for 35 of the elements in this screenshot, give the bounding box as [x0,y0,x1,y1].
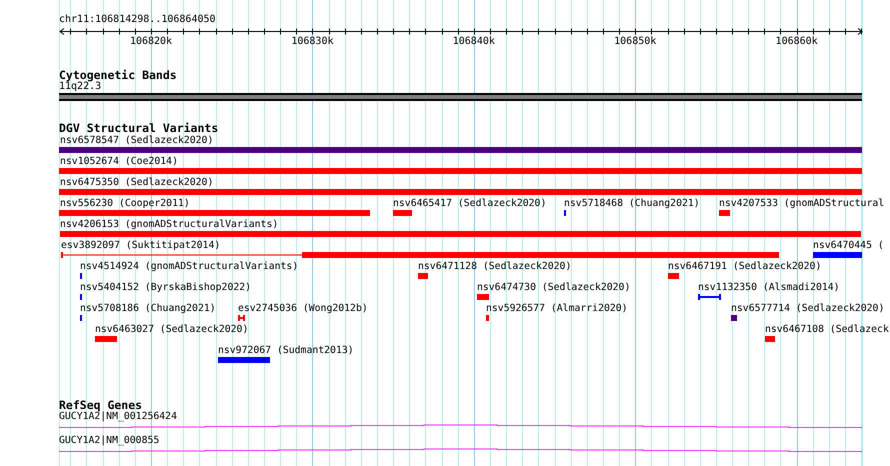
variant-label: esv3892097 (Suktitipat2014) [61,241,220,251]
variant-label: nsv6463027 (Sedlazeck2020) [94,325,248,335]
variant-label: nsv5926577 (Almarri2020) [486,304,628,314]
variant-label: nsv4207533 (gnomADStructural [718,199,884,209]
variant-label: nsv1132350 (Alsmadi2014) [698,283,840,293]
variant-label: nsv5718468 (Chuang2021) [564,199,700,209]
band-label: 11q22.3 [59,81,102,92]
variant-label: nsv1052674 (Coe2014) [60,157,178,167]
track-title: DGV Structural Variants [59,122,218,134]
variant-label: nsv6471128 (Sedlazeck2020) [418,262,572,272]
variant-label: nsv6467191 (Sedlazeck2020) [668,262,822,272]
variant-label: nsv5708186 (Chuang2021) [80,304,216,314]
variant-label: nsv6465417 (Sedlazeck2020) [393,199,546,209]
variant-label: nsv4206153 (gnomADStructuralVariants) [60,220,278,230]
track-title: RefSeq Genes [59,399,142,411]
variant-label: esv2745036 (Wong2012b) [238,304,368,314]
gene-label: GUCY1A2|NM_000855 [59,435,160,447]
tick-label: 106860k [776,36,818,48]
variant-label: nsv6577714 (Sedlazeck2020) [731,304,884,314]
variant-label: nsv6578547 (Sedlazeck2020) [60,136,214,146]
variant-label: nsv6470445 ( [812,241,884,251]
tick-label: 106840k [452,36,495,48]
location-label: chr11:106814298..106864050 [59,14,216,26]
variant-label: nsv4514924 (gnomADStructuralVariants) [80,262,298,272]
gene-label: GUCY1A2|NM_001256424 [59,411,177,423]
variant-label: nsv5404152 (ByrskaBishop2022) [80,283,252,293]
tick-label: 106820k [130,36,172,48]
variant-label: nsv6474730 (Sedlazeck2020) [476,283,630,293]
variant-label: nsv556230 (Cooper2011) [60,199,190,209]
track-title: Cytogenetic Bands [59,69,177,81]
variant-label: nsv6467108 (Sedlazeck [764,325,889,335]
tick-label: 106830k [291,36,334,48]
tick-label: 106850k [614,36,656,48]
variant-label: nsv6475350 (Sedlazeck2020) [60,178,214,188]
variant-label: nsv972067 (Sudmant2013) [218,346,354,356]
